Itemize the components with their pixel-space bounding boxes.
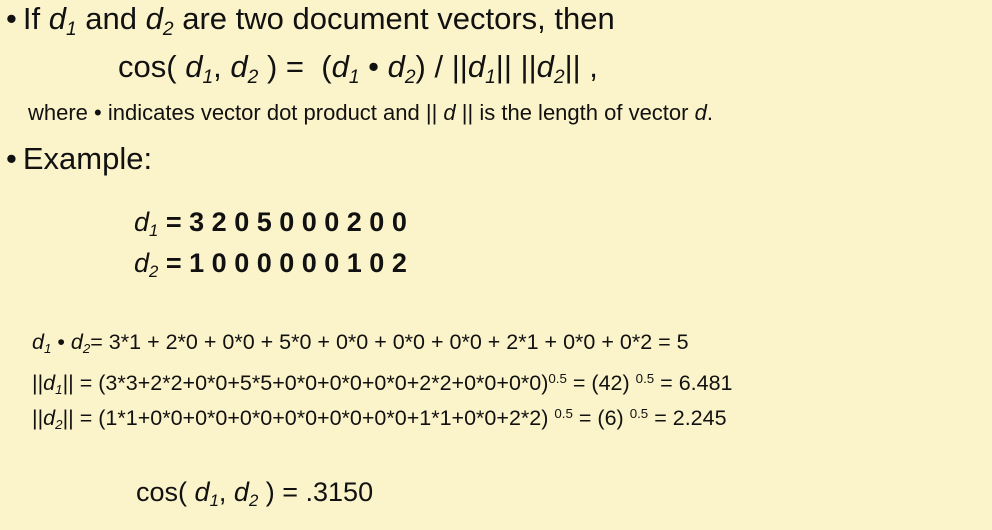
dot-product-expression: = 3*1 + 2*0 + 0*0 + 5*0 + 0*0 + 0*0 + 0*… [90,330,689,354]
var-d: d [387,49,405,84]
cosine-result-value: ) = .3150 [265,477,374,507]
bullet-char: • [6,141,17,176]
where-line: where • indicates vector dot product and… [28,100,713,125]
var-d: d [443,100,456,125]
norm-bars: || [564,49,581,84]
vector-d1-values: 3 2 0 5 0 0 0 2 0 0 [189,207,407,237]
var-d: d [230,49,248,84]
vector-d1: d1 = 3 2 0 5 0 0 0 2 0 0 [134,207,407,241]
period: . [706,100,713,125]
text-close-eq: ) = [266,49,304,84]
subscript-1: 1 [149,221,159,241]
norm-bars: || [32,406,44,430]
text-cos-open: cos( [136,477,188,507]
dot-operator: • [94,100,102,125]
norm-bars: || [520,49,537,84]
dot-operator: • [368,49,379,84]
dot-operator: • [57,330,65,354]
norm-bars: || [425,100,438,125]
subscript-2: 2 [82,341,91,357]
comma: , [213,49,222,84]
var-d: d [32,330,44,354]
var-d: d [536,49,554,84]
vector-d2: d2 = 1 0 0 0 0 0 0 1 0 2 [134,248,407,282]
var-d: d [233,477,249,507]
var-d: d [694,100,707,125]
var-d: d [145,1,163,36]
subscript-2: 2 [404,67,416,89]
subscript-1: 1 [43,341,52,357]
subscript-1: 1 [485,67,496,89]
trailing-comma: , [589,49,598,84]
norm-d1-line: ||d1|| = (3*3+2*2+0*0+5*5+0*0+0*0+0*0+2*… [32,370,733,398]
var-d: d [134,248,150,278]
var-d: d [43,371,56,395]
text-cos-open: cos( [118,49,177,84]
text-where: where [28,100,88,125]
subscript-1: 1 [65,19,77,41]
var-d: d [70,330,83,354]
bullet-line-example: • Example: [6,141,153,176]
exponent: 0.5 [629,405,649,421]
var-d: d [331,49,349,84]
subscript-2: 2 [162,19,174,41]
bullet-char: • [6,1,17,36]
subscript-2: 2 [247,67,259,89]
norm-bars: || [495,49,512,84]
norm-d2-line: ||d2|| = (1*1+0*0+0*0+0*0+0*0+0*0+0*0+1*… [32,405,727,433]
text-dot-product: indicates vector dot product and [107,100,420,125]
dot-product-line: d1 • d2= 3*1 + 2*0 + 0*0 + 5*0 + 0*0 + 0… [32,330,689,357]
norm-d2-expression: = (1*1+0*0+0*0+0*0+0*0+0*0+0*0+1*1+0*0+2… [79,406,549,430]
norm-bars: || [461,100,474,125]
subscript-2: 2 [149,262,159,282]
exponent: 0.5 [554,405,573,421]
var-d: d [185,49,203,84]
equals-sign: = [165,248,182,278]
var-d: d [467,49,486,84]
text-rparen-slash: ) / [415,49,444,84]
subscript-2: 2 [553,67,565,89]
exponent: 0.5 [635,370,655,386]
norm-bars: || [32,371,44,395]
norm-d1-result: = 6.481 [660,371,733,395]
var-d: d [48,1,66,36]
var-d: d [134,207,150,237]
bullet-line-definition: • If d1 and d2 are two document vectors, … [6,1,615,40]
norm-bars: || [451,49,468,84]
subscript-1: 1 [202,67,214,89]
text-lparen: ( [321,49,332,84]
norm-d2-result: = 2.245 [654,406,727,430]
exponent: 0.5 [548,370,567,386]
cosine-formula: cos( d1, d2 ) = (d1 • d2) / ||d1|| ||d2|… [118,49,598,88]
subscript-2: 2 [248,491,259,511]
cosine-result: cos( d1, d2 ) = .3150 [136,477,374,511]
text-if: If [22,1,41,36]
norm-bars: || [62,406,74,430]
norm-bars: || [62,371,74,395]
var-d: d [194,477,210,507]
equals-sign: = [165,207,182,237]
norm-d1-mid: = (42) [572,371,630,395]
var-d: d [43,406,56,430]
text-definition-rest: are two document vectors, then [182,1,615,36]
norm-d1-expression: = (3*3+2*2+0*0+5*5+0*0+0*0+0*0+2*2+0*0+0… [79,371,549,395]
subscript-1: 1 [55,382,63,398]
subscript-2: 2 [55,417,63,433]
subscript-1: 1 [209,491,219,511]
vector-d2-values: 1 0 0 0 0 0 0 1 0 2 [189,248,407,278]
norm-d2-mid: = (6) [578,406,624,430]
text-and: and [85,1,138,36]
subscript-1: 1 [348,67,360,89]
text-length: is the length of vector [479,100,689,125]
comma: , [218,477,227,507]
example-label: Example: [22,141,153,176]
